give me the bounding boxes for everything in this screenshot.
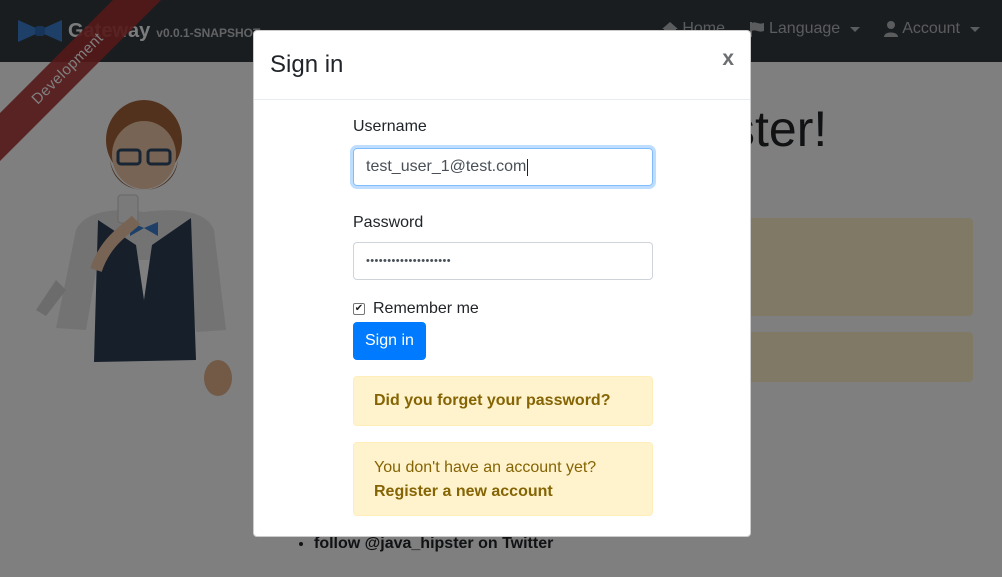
forgot-password-link[interactable]: Did you forget your password? [374,392,610,410]
password-label: Password [353,214,424,231]
no-account-text: You don't have an account yet? [374,459,597,476]
modal-title: Sign in [270,51,344,78]
remember-me-checkbox[interactable]: ✔ [353,303,365,315]
remember-me-label[interactable]: Remember me [373,300,479,318]
sign-in-form: Username test_user_1@test.com Password •… [353,118,653,516]
register-alert: You don't have an account yet? Register … [353,442,653,516]
sign-in-button[interactable]: Sign in [353,322,426,360]
password-input[interactable]: •••••••••••••••••••• [353,242,653,280]
forgot-password-alert: Did you forget your password? [353,376,653,426]
username-input[interactable]: test_user_1@test.com [353,148,653,186]
username-value: test_user_1@test.com [366,158,527,175]
sign-in-modal: Sign in x Username test_user_1@test.com … [253,30,751,537]
remember-me-row: ✔ Remember me [353,300,653,318]
username-label: Username [353,118,427,135]
text-cursor [527,158,529,176]
password-value: •••••••••••••••••••• [366,255,452,267]
modal-header: Sign in x [254,31,750,100]
register-link[interactable]: Register a new account [374,483,553,500]
close-button[interactable]: x [722,47,734,71]
